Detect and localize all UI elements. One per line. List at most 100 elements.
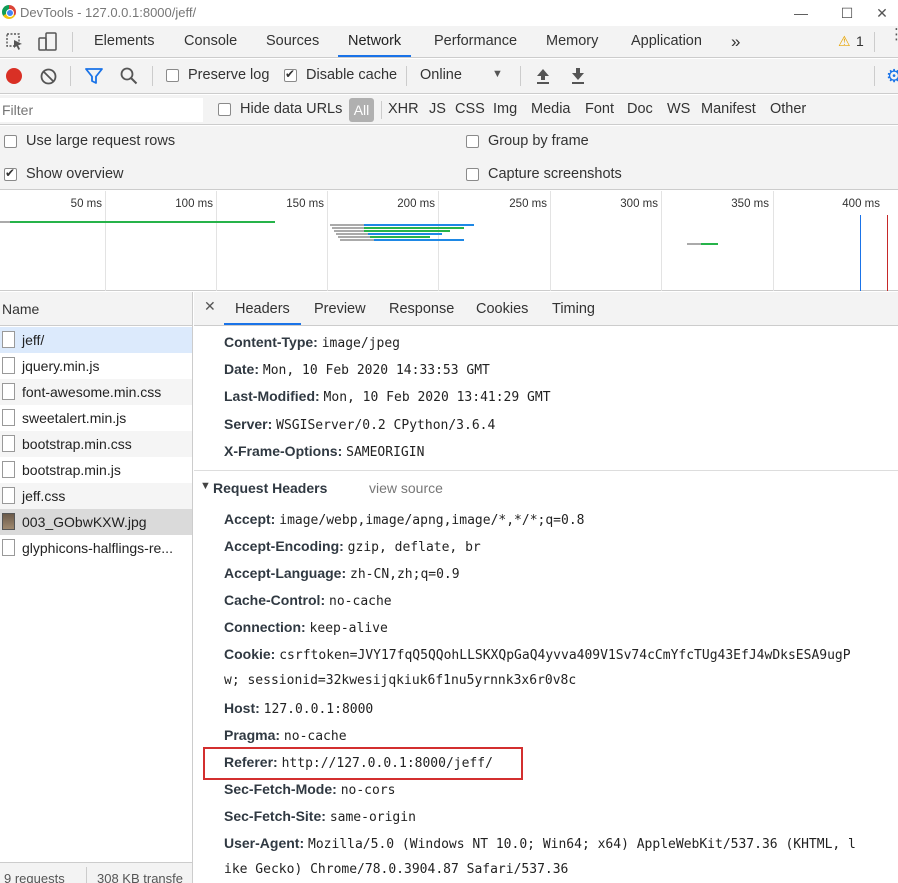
gridline	[438, 191, 439, 291]
export-har-icon[interactable]	[571, 67, 585, 84]
status-bar: 9 requests 308 KB transfe	[0, 862, 192, 883]
waterfall-bar	[10, 221, 275, 223]
gridline	[550, 191, 551, 291]
minimize-icon[interactable]: —	[778, 0, 824, 26]
tab-console[interactable]: Console	[184, 26, 237, 57]
header-value: zh-CN,zh;q=0.9	[350, 567, 460, 582]
gridline	[661, 191, 662, 291]
network-overview[interactable]: 50 ms 100 ms 150 ms 200 ms 250 ms 300 ms…	[0, 191, 898, 291]
list-item[interactable]: jquery.min.js	[0, 353, 192, 379]
file-icon	[2, 409, 15, 426]
settings-gear-icon[interactable]: ⚙	[886, 66, 898, 87]
list-item[interactable]: jeff.css	[0, 483, 192, 509]
devtools-tabbar: Elements Console Sources Network Perform…	[0, 26, 898, 58]
throttle-select[interactable]: Online	[420, 67, 462, 83]
warning-count: 1	[856, 33, 864, 49]
waterfall-bar	[364, 230, 450, 232]
search-icon[interactable]	[120, 67, 138, 85]
filter-type-media[interactable]: Media	[531, 101, 571, 117]
filter-type-font[interactable]: Font	[585, 101, 614, 117]
large-rows-checkbox[interactable]	[4, 135, 17, 148]
collapse-triangle-icon[interactable]: ▼	[200, 480, 211, 492]
list-item[interactable]: font-awesome.min.css	[0, 379, 192, 405]
name-column-header[interactable]: Name	[0, 292, 192, 326]
list-item[interactable]: jeff/	[0, 327, 192, 353]
header-row: Content-Type: image/jpeg	[224, 334, 400, 351]
filter-type-js[interactable]: JS	[429, 101, 446, 117]
import-har-icon[interactable]	[536, 67, 550, 84]
divider	[874, 66, 875, 86]
tab-sources[interactable]: Sources	[266, 26, 319, 57]
tick-label: 350 ms	[731, 198, 769, 210]
request-name: 003_GObwKXW.jpg	[22, 514, 147, 530]
group-by-frame-checkbox[interactable]	[466, 135, 479, 148]
divider	[874, 32, 875, 52]
list-item[interactable]: glyphicons-halflings-re...	[0, 535, 192, 561]
tab-cookies[interactable]: Cookies	[476, 292, 528, 325]
header-row: User-Agent: Mozilla/5.0 (Windows NT 10.0…	[224, 835, 856, 852]
view-source-link[interactable]: view source	[369, 480, 443, 496]
filter-type-img[interactable]: Img	[493, 101, 517, 117]
tab-network[interactable]: Network	[338, 26, 412, 57]
group-by-frame-label: Group by frame	[488, 133, 589, 149]
filter-type-ws[interactable]: WS	[667, 101, 690, 117]
document-icon	[2, 331, 15, 348]
file-icon	[2, 487, 15, 504]
large-rows-label: Use large request rows	[26, 133, 176, 149]
request-name: bootstrap.min.js	[22, 462, 121, 478]
tab-timing[interactable]: Timing	[552, 292, 595, 325]
header-key: User-Agent:	[224, 835, 305, 851]
header-value: gzip, deflate, br	[347, 540, 481, 555]
close-icon[interactable]: ✕	[204, 298, 216, 315]
request-name: glyphicons-halflings-re...	[22, 540, 173, 556]
list-item[interactable]: bootstrap.min.css	[0, 431, 192, 457]
show-overview-checkbox[interactable]	[4, 166, 17, 181]
tab-response[interactable]: Response	[389, 292, 454, 325]
filter-type-all[interactable]: All	[349, 98, 374, 122]
dom-content-loaded-marker	[860, 215, 861, 291]
header-row: Sec-Fetch-Mode: no-cors	[224, 781, 395, 798]
header-value: Mozilla/5.0 (Windows NT 10.0; Win64; x64…	[308, 837, 856, 852]
list-item[interactable]: sweetalert.min.js	[0, 405, 192, 431]
header-value: no-cache	[283, 729, 347, 744]
filter-type-doc[interactable]: Doc	[627, 101, 653, 117]
filter-input[interactable]	[0, 98, 203, 122]
header-key: Host:	[224, 700, 260, 716]
clear-icon[interactable]	[40, 68, 57, 85]
device-toolbar-icon[interactable]	[38, 32, 58, 52]
kebab-menu-icon[interactable]: ⋮	[889, 27, 898, 42]
divider	[406, 66, 407, 86]
tab-preview[interactable]: Preview	[314, 292, 366, 325]
waterfall-bar	[334, 230, 364, 232]
close-window-icon[interactable]: ✕	[866, 0, 898, 26]
record-button[interactable]	[6, 68, 22, 84]
list-item[interactable]: 003_GObwKXW.jpg	[0, 509, 192, 535]
more-tabs-icon[interactable]: »	[731, 26, 740, 57]
tab-application[interactable]: Application	[631, 26, 702, 57]
tick-label: 100 ms	[175, 198, 213, 210]
filter-type-manifest[interactable]: Manifest	[701, 101, 756, 117]
tab-performance[interactable]: Performance	[434, 26, 517, 57]
hide-data-urls-checkbox[interactable]	[218, 103, 231, 116]
disable-cache-checkbox[interactable]	[284, 67, 297, 82]
filter-icon[interactable]	[85, 68, 103, 85]
filter-type-css[interactable]: CSS	[455, 101, 485, 117]
capture-screenshots-checkbox[interactable]	[466, 168, 479, 181]
request-headers-title[interactable]: Request Headers	[213, 480, 327, 496]
maximize-icon[interactable]: ☐	[824, 0, 870, 26]
tab-elements[interactable]: Elements	[94, 26, 154, 57]
request-name: sweetalert.min.js	[22, 410, 127, 426]
tab-headers[interactable]: Headers	[224, 292, 301, 325]
load-marker	[887, 215, 888, 291]
list-item[interactable]: bootstrap.min.js	[0, 457, 192, 483]
tab-memory[interactable]: Memory	[546, 26, 598, 57]
header-row: Accept-Language: zh-CN,zh;q=0.9	[224, 565, 460, 582]
warning-icon[interactable]: ⚠	[838, 33, 851, 50]
chevron-down-icon[interactable]: ▼	[492, 68, 503, 80]
filter-type-other[interactable]: Other	[770, 101, 806, 117]
preserve-log-checkbox[interactable]	[166, 69, 179, 82]
filter-type-xhr[interactable]: XHR	[388, 101, 419, 117]
inspect-element-icon[interactable]	[6, 33, 24, 51]
name-header-label: Name	[2, 301, 40, 317]
header-value: csrftoken=JVY17fqQ5QQohLLSKXQpGaQ4yvva40…	[279, 648, 851, 663]
